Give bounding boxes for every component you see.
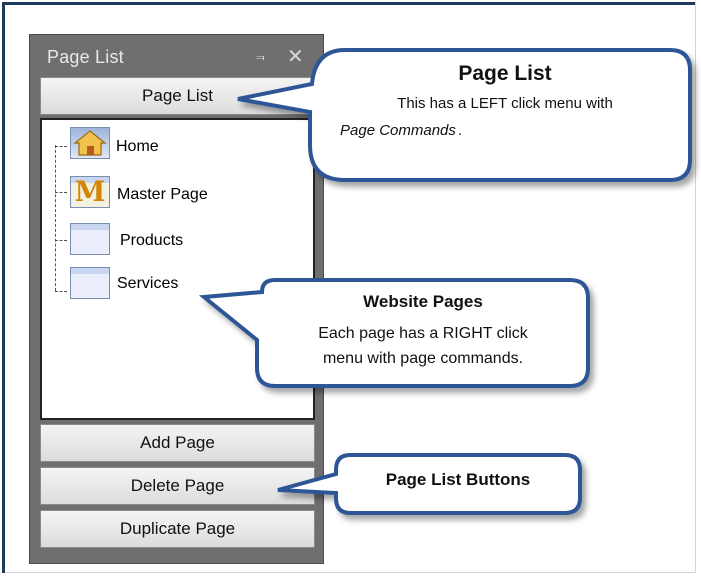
callout-buttons-title: Page List Buttons xyxy=(385,470,531,489)
page-commands-text: Page Commands xyxy=(340,122,456,139)
callout-page-list-line2: Page Commands. xyxy=(340,122,530,139)
callout-website-pages-line2: menu with page commands. xyxy=(322,350,524,367)
callout-website-pages-title: Website Pages xyxy=(363,292,483,311)
callout-layer xyxy=(198,48,692,515)
callout-website-pages-line1: Each page has a RIGHT click xyxy=(318,325,528,342)
callout-page-list-line1: This has a LEFT click menu with xyxy=(397,95,613,112)
period-text: . xyxy=(457,122,463,139)
callout-page-list-title: Page List xyxy=(458,62,552,85)
